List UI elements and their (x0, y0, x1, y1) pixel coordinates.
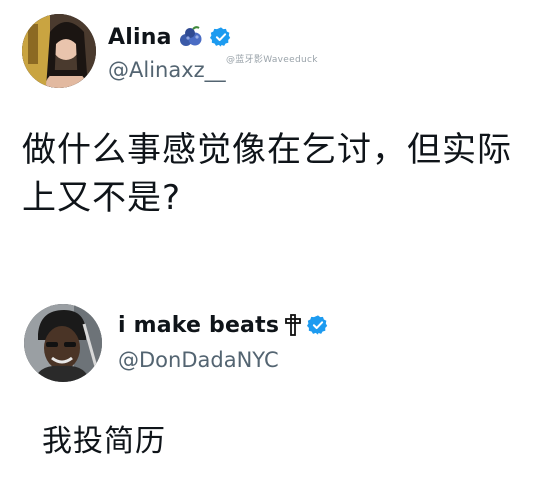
avatar[interactable] (24, 304, 102, 382)
display-name[interactable]: Alina (108, 25, 172, 50)
avatar-image (24, 304, 102, 382)
name-row: Alina (108, 22, 232, 52)
avatar-image (22, 14, 96, 88)
cross-icon (285, 314, 302, 336)
avatar[interactable] (22, 14, 96, 88)
name-row: i make beats (118, 310, 329, 340)
tweet-text: 我投简历 (42, 424, 166, 459)
tweet-alina: Alina @Alinaxz__ @蓝牙影Waveeduck 做什么事感觉像在乞… (0, 0, 550, 240)
watermark: @蓝牙影Waveeduck (226, 55, 318, 65)
blueberries-icon (178, 26, 204, 48)
verified-badge-icon (209, 26, 232, 48)
display-name[interactable]: i make beats (118, 313, 279, 338)
screenshot: Alina @Alinaxz__ @蓝牙影Waveeduck 做什么事感觉像在乞… (0, 0, 550, 485)
handle[interactable]: @Alinaxz__ (108, 58, 226, 82)
tweet-text: 做什么事感觉像在乞讨，但实际上又不是? (22, 130, 512, 218)
handle[interactable]: @DonDadaNYC (118, 348, 279, 372)
tweet-dondada: i make beats @DonDadaNYC 我投简历 (0, 290, 550, 485)
verified-badge-icon (307, 314, 329, 336)
